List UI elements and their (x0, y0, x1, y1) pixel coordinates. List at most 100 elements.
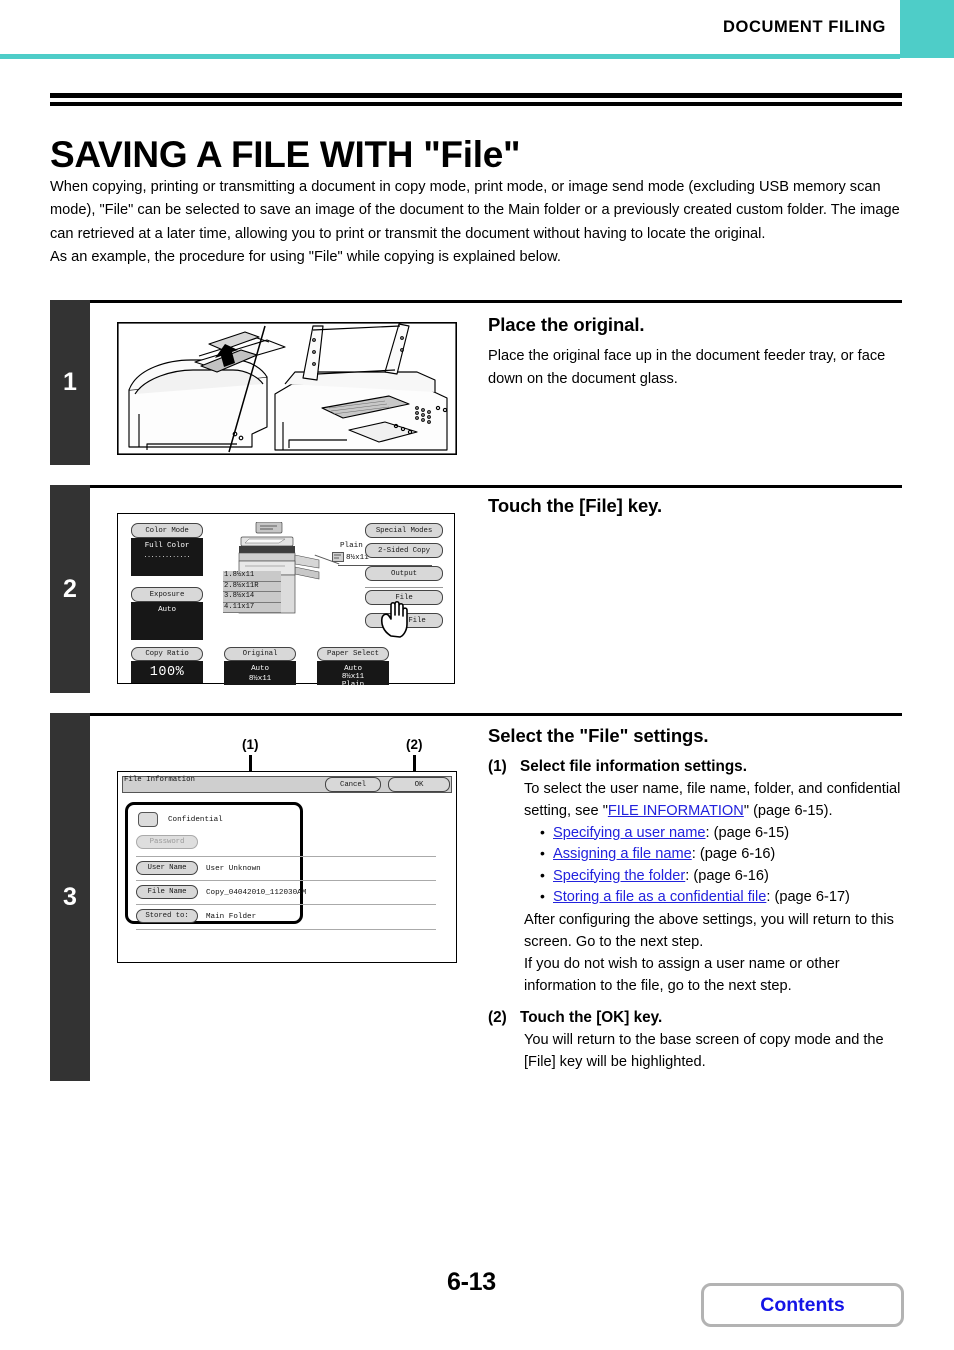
callout-label-2: (2) (406, 737, 423, 752)
step-2-body: Touch the [File] key. (488, 495, 902, 526)
copy-ratio-key[interactable]: Copy Ratio (131, 647, 203, 661)
step-1: 1 Place the original. Place the original… (50, 300, 902, 465)
title-rule-bottom (50, 102, 902, 106)
step-3-number: 3 (50, 713, 90, 1081)
substep-2-number: (2) (488, 1008, 507, 1026)
substep-1-body: To select the user name, file name, fold… (524, 778, 908, 998)
ok-button[interactable]: OK (388, 777, 450, 792)
bullet-3-tail: : (page 6-16) (685, 867, 769, 884)
original-key[interactable]: Original (224, 647, 296, 661)
copy-ratio-value-text: 100% (149, 665, 185, 680)
cancel-button[interactable]: Cancel (325, 777, 381, 792)
original-size-text: 8½x11 (248, 675, 272, 683)
assigning-file-name-link[interactable]: Assigning a file name (553, 846, 692, 862)
confidential-checkbox[interactable] (138, 812, 158, 827)
step-1-divider (90, 300, 902, 303)
paper-tray-list[interactable]: 1.8½x11 2.8½x11R 3.8½x14 4.11x17 (223, 571, 281, 614)
two-sided-copy-key[interactable]: 2-Sided Copy (365, 543, 443, 558)
step-2-number: 2 (50, 485, 90, 693)
color-mode-value-text: Full Color (144, 542, 190, 550)
bypass-tray-type: Plain (340, 542, 363, 550)
specifying-folder-link[interactable]: Specifying the folder (553, 868, 685, 884)
row-divider-1 (136, 856, 436, 857)
exposure-key[interactable]: Exposure (131, 587, 203, 602)
file-information-link[interactable]: FILE INFORMATION (608, 803, 744, 819)
tray-item-1[interactable]: 1.8½x11 (223, 571, 281, 582)
intro-paragraph-2: As an example, the procedure for using "… (50, 248, 561, 265)
header-accent-block (900, 0, 954, 58)
paper-select-auto-text: Auto (344, 665, 362, 673)
password-key[interactable]: Password (136, 835, 198, 849)
step-1-text: Place the original face up in the docume… (488, 348, 886, 387)
list-item: Assigning a file name: (page 6-16) (540, 843, 908, 866)
intro-section: When copying, printing or transmitting a… (50, 176, 905, 269)
original-value: Auto 8½x11 (224, 661, 296, 685)
substep-1-title: Select file information settings. (520, 758, 747, 775)
tray-item-4[interactable]: 4.11x17 (223, 602, 281, 614)
list-item: Specifying the folder: (page 6-16) (540, 865, 908, 888)
bypass-tray-size: 8½x11 (346, 554, 369, 562)
exposure-value: Auto (131, 602, 203, 640)
storing-confidential-file-link[interactable]: Storing a file as a confidential file (553, 889, 766, 905)
substep-1-number: (1) (488, 758, 507, 775)
substep-1-after-1: After configuring the above settings, yo… (524, 911, 894, 950)
step-3-heading: Select the "File" settings. (488, 725, 709, 746)
tray-item-3[interactable]: 3.8½x14 (223, 592, 281, 603)
copy-ratio-value: 100% (131, 661, 203, 683)
step-1-heading: Place the original. (488, 314, 645, 335)
step-3-body: Select the "File" settings. (1) Select f… (488, 725, 908, 1073)
exposure-level-dots: ............. (143, 552, 191, 559)
substep-2-head: (2) Touch the [OK] key. (488, 1009, 908, 1027)
right-keys-separator (365, 587, 443, 588)
row-divider-3 (136, 904, 436, 905)
step-1-illustration (117, 322, 457, 455)
bullet-4-tail: : (page 6-17) (766, 889, 850, 906)
substep-1-head: (1) Select file information settings. (488, 758, 908, 776)
copy-base-screen: Color Mode Full Color ............. Expo… (117, 513, 455, 689)
paper-select-value: Auto 8½x11 Plain (317, 661, 389, 689)
tray-item-2[interactable]: 2.8½x11R (223, 581, 281, 593)
substep-1-posttext: " (page 6-15). (743, 803, 833, 820)
row-divider-2 (136, 880, 436, 881)
substep-1: (1) Select file information settings. To… (488, 758, 908, 998)
original-value-text: Auto (251, 665, 269, 673)
header-accent-rule (0, 54, 900, 59)
color-mode-value: Full Color ............. (131, 538, 203, 576)
page-title: SAVING A FILE WITH "File" (50, 133, 521, 175)
list-item: Storing a file as a confidential file: (… (540, 886, 908, 909)
step-1-number: 1 (50, 300, 90, 465)
confidential-label: Confidential (168, 816, 223, 824)
user-name-value: User Unknown (206, 865, 261, 873)
output-key[interactable]: Output (365, 566, 443, 581)
special-modes-key[interactable]: Special Modes (365, 523, 443, 538)
mfp-document-feeder-illustration (117, 322, 457, 455)
paper-select-key[interactable]: Paper Select (317, 647, 389, 661)
specifying-user-name-link[interactable]: Specifying a user name (553, 825, 706, 841)
row-divider-4 (136, 929, 436, 930)
file-information-dialog: File Information Cancel OK Confidential … (117, 771, 457, 963)
contents-button[interactable]: Contents (701, 1283, 904, 1327)
step-2-divider (90, 485, 902, 488)
reference-link-list: Specifying a user name: (page 6-15) Assi… (540, 822, 908, 909)
exposure-value-text: Auto (158, 606, 176, 614)
page-header: DOCUMENT FILING (0, 0, 954, 59)
bullet-1-tail: : (page 6-15) (705, 824, 790, 841)
user-name-key[interactable]: User Name (136, 861, 198, 875)
paper-select-size-text: 8½x11 (341, 673, 365, 681)
stored-to-key[interactable]: Stored to: (136, 909, 198, 923)
color-mode-key[interactable]: Color Mode (131, 523, 203, 538)
dialog-title: File Information (124, 776, 195, 784)
file-name-value: Copy_04042010_112030AM (206, 889, 307, 897)
header-title: DOCUMENT FILING (723, 18, 886, 36)
step-3: 3 (1) (2) File Information Cancel OK Con… (50, 713, 902, 1081)
step-3-illustration: (1) (2) File Information Cancel OK Confi… (117, 725, 459, 965)
list-item: Specifying a user name: (page 6-15) (540, 822, 908, 845)
stored-to-value: Main Folder (206, 913, 257, 921)
title-rule-top (50, 93, 902, 98)
file-name-key[interactable]: File Name (136, 885, 198, 899)
step-2-heading: Touch the [File] key. (488, 495, 663, 516)
substep-1-after-2: If you do not wish to assign a user name… (524, 956, 840, 995)
substep-2-title: Touch the [OK] key. (520, 1008, 663, 1026)
step-1-body: Place the original. Place the original f… (488, 314, 902, 390)
bullet-2-tail: : (page 6-16) (691, 846, 776, 863)
